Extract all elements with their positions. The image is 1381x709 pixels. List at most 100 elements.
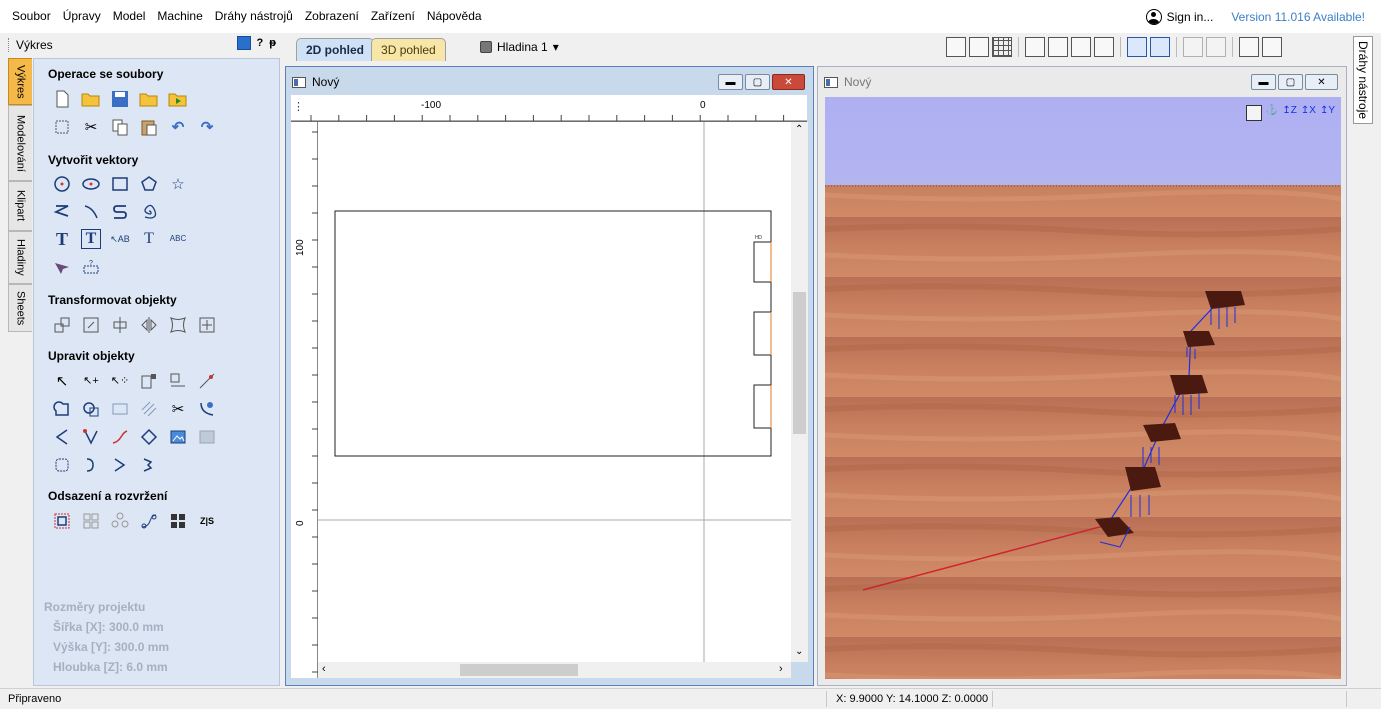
grid-icon[interactable] [992, 37, 1012, 57]
pin-icon[interactable]: ᵽ [269, 37, 276, 49]
trim-icon[interactable] [197, 371, 217, 391]
toolpath-group-2[interactable] [753, 311, 772, 356]
nesting-icon[interactable] [168, 511, 188, 531]
tab-2d-view[interactable]: 2D pohled [296, 38, 375, 61]
arc-icon[interactable] [81, 201, 101, 221]
transform-select-icon[interactable]: ↖⁘ [110, 371, 130, 391]
minimize-button[interactable]: ▬ [1251, 74, 1276, 90]
text-arc-icon[interactable]: T [139, 229, 159, 249]
mirror-icon[interactable] [139, 315, 159, 335]
bitmap-icon[interactable] [197, 427, 217, 447]
copy-icon[interactable] [110, 117, 130, 137]
center-icon[interactable] [197, 315, 217, 335]
scissors-icon[interactable]: ✂ [168, 399, 188, 419]
text-box-icon[interactable]: T [81, 229, 101, 249]
spiral-icon[interactable] [139, 201, 159, 221]
chevron-left-icon[interactable] [52, 427, 72, 447]
menu-machine[interactable]: Machine [151, 0, 208, 33]
draw-tool-icon[interactable] [52, 257, 72, 277]
layer-dropdown[interactable]: Hladina 1 ▾ [480, 38, 559, 56]
open-folder-icon[interactable] [81, 89, 101, 109]
vertical-scrollbar[interactable]: ⌃ ⌄ [791, 122, 808, 662]
close-button[interactable]: ✕ [1305, 74, 1338, 90]
distort-icon[interactable] [168, 315, 188, 335]
group-icon[interactable] [139, 371, 159, 391]
menu-drahy-nastroju[interactable]: Dráhy nástrojů [209, 0, 299, 33]
toolpaths-side-tab[interactable]: Dráhy nástroje [1353, 36, 1373, 124]
tab-modelovani[interactable]: Modelování [8, 105, 32, 181]
snap-icon[interactable] [1127, 37, 1147, 57]
move-icon[interactable] [52, 315, 72, 335]
star-icon[interactable]: ☆ [168, 174, 188, 194]
maximize-button[interactable]: ▢ [745, 74, 770, 90]
offset-icon[interactable] [52, 511, 72, 531]
select-all-icon[interactable] [52, 117, 72, 137]
select-arrow-icon[interactable]: ↖ [52, 371, 72, 391]
image-trace-icon[interactable] [168, 427, 188, 447]
intersect-icon[interactable] [110, 399, 130, 419]
ungroup-icon[interactable] [168, 371, 188, 391]
tab-vykres[interactable]: Výkres [8, 58, 32, 105]
circle-icon[interactable] [52, 174, 72, 194]
zoom-selection-icon[interactable] [1094, 37, 1114, 57]
toolpath-preview-icon[interactable] [1150, 37, 1170, 57]
menu-soubor[interactable]: Soubor [0, 0, 57, 33]
drag-grip[interactable] [8, 38, 11, 52]
circular-array-icon[interactable] [110, 511, 130, 531]
menu-zobrazeni[interactable]: Zobrazení [299, 0, 365, 33]
scene-3d[interactable]: ⚓ ↥Z ↥X ↥Y [825, 97, 1341, 679]
view-z-icon[interactable]: ↥Z [1282, 105, 1297, 121]
split-horizontal-icon[interactable] [1239, 37, 1259, 57]
weld-icon[interactable] [52, 399, 72, 419]
pan-icon[interactable] [1025, 37, 1045, 57]
paste-icon[interactable] [139, 117, 159, 137]
tab-klipart[interactable]: Klipart [8, 181, 32, 231]
view-y-icon[interactable]: ↥Y [1320, 105, 1335, 121]
save-icon[interactable] [110, 89, 130, 109]
curve-icon[interactable] [110, 201, 130, 221]
diamond-icon[interactable] [139, 427, 159, 447]
bracket-icon[interactable] [81, 455, 101, 475]
copy-along-path-icon[interactable] [139, 511, 159, 531]
sign-in-link[interactable]: Sign in... [1145, 8, 1213, 25]
cut-icon[interactable]: ✂ [81, 117, 101, 137]
tree-icon[interactable] [1183, 37, 1203, 57]
scroll-down-icon[interactable]: ⌄ [795, 646, 803, 657]
overlap-icon[interactable] [139, 399, 159, 419]
brace-icon[interactable] [139, 455, 159, 475]
zoom-extents-icon[interactable] [1245, 105, 1262, 121]
new-file-icon[interactable] [52, 89, 72, 109]
polyline-icon[interactable] [52, 201, 72, 221]
redo-icon[interactable]: ↷ [197, 117, 217, 137]
close-button[interactable]: ✕ [772, 74, 805, 90]
ruler-origin-icon[interactable]: ⋮ [293, 100, 304, 113]
help-icon[interactable]: ? [257, 37, 264, 49]
open-folder-2-icon[interactable] [139, 89, 159, 109]
menu-napoveda[interactable]: Nápověda [421, 0, 488, 33]
zoom-in-icon[interactable] [1048, 37, 1068, 57]
auto-hide-icon[interactable] [236, 36, 251, 50]
maximize-button[interactable]: ▢ [1278, 74, 1303, 90]
minimize-button[interactable]: ▬ [718, 74, 743, 90]
tab-3d-view[interactable]: 3D pohled [371, 38, 446, 61]
zoom-box-icon[interactable] [946, 37, 966, 57]
user-settings-icon[interactable] [1206, 37, 1226, 57]
tab-hladiny[interactable]: Hladiny [8, 231, 32, 284]
split-vertical-icon[interactable] [1262, 37, 1282, 57]
auto-layout-icon[interactable]: Z|S [197, 511, 217, 531]
material-outline[interactable] [334, 210, 772, 457]
node-edit-icon[interactable]: ↖+ [81, 371, 101, 391]
scroll-right-icon[interactable]: › [779, 663, 783, 675]
menu-zarizeni[interactable]: Zařízení [365, 0, 421, 33]
zoom-drawing-icon[interactable] [969, 37, 989, 57]
zoom-out-icon[interactable] [1071, 37, 1091, 57]
scroll-up-icon[interactable]: ⌃ [795, 124, 803, 135]
fillet-icon[interactable] [197, 399, 217, 419]
iso-view-icon[interactable]: ⚓ [1266, 105, 1278, 121]
text-icon[interactable]: T [52, 229, 72, 249]
scroll-left-icon[interactable]: ‹ [322, 663, 326, 675]
text-on-curve-icon[interactable]: ↖AB [110, 229, 130, 249]
view-x-icon[interactable]: ↥X [1301, 105, 1316, 121]
drawing-canvas[interactable]: ᴴᴰ [318, 122, 791, 662]
undo-icon[interactable]: ↶ [168, 117, 188, 137]
